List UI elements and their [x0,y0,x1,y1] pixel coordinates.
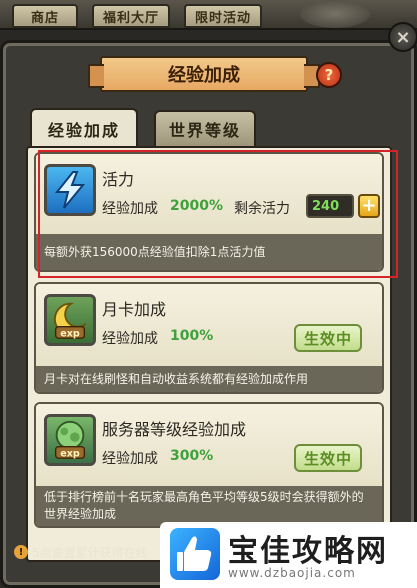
exp-bonus-value: 2000% [170,198,223,214]
active-status-badge: 生效中 [294,324,362,352]
server-exp-icon: exp [44,414,96,466]
exp-bonus-value: 300% [170,448,214,464]
tab-world-level[interactable]: 世界等级 [154,110,256,146]
card-title: 月卡加成 [102,300,167,319]
footer-text: 5点重置累计获得在线 [32,545,148,560]
card-title: 活力 [102,170,135,189]
card-description: 每额外获156000点经验值扣除1点活力值 [36,234,382,270]
card-description: 月卡对在线刷怪和自动收益系统都有经验加成作用 [36,366,382,392]
watermark-site-name: 宝佳攻略网 [228,534,388,569]
tab-welfare-hall[interactable]: 福利大厅 [92,4,170,28]
monthly-card-bonus-card: exp 月卡加成 经验加成 100% 生效中 月卡对在线刷怪和自动收益系统都有经… [34,282,384,394]
help-icon[interactable]: ? [316,62,342,88]
tab-limited-event[interactable]: 限时活动 [184,4,262,28]
add-energy-button[interactable]: + [358,194,380,218]
exp-bonus-label: 经验加成 [102,201,158,217]
exp-bonus-label: 经验加成 [102,331,158,347]
thumbs-up-logo-icon [170,528,220,580]
tab-shop[interactable]: 商店 [12,4,78,28]
exp-bonus-value: 100% [170,328,214,344]
panel-title: 经验加成 [88,56,320,92]
card-title: 服务器等级经验加成 [102,420,247,439]
remaining-energy-value: 240 [306,194,354,218]
card-description: 低于排行榜前十名玩家最高角色平均等级5级时会获得额外的世界经验加成 [36,486,382,526]
decorative-ornament [300,0,370,28]
energy-bolt-icon [44,164,96,216]
close-button[interactable]: × [388,22,417,52]
top-tab-strip: 商店 福利大厅 限时活动 [0,0,417,30]
moon-exp-icon: exp [44,294,96,346]
footer-note: ! 5点重置累计获得在线 [14,540,184,564]
energy-bonus-card: 活力 经验加成 2000% 剩余活力 240 + 每额外获156000点经验值扣… [34,152,384,272]
svg-text:exp: exp [60,328,80,339]
tab-exp-bonus[interactable]: 经验加成 [30,108,138,148]
info-icon: ! [14,545,28,559]
server-level-bonus-card: exp 服务器等级经验加成 经验加成 300% 生效中 低于排行榜前十名玩家最高… [34,402,384,528]
watermark-url: www.dzbaojia.com [228,566,356,580]
active-status-badge: 生效中 [294,444,362,472]
svg-text:exp: exp [60,448,80,459]
exp-bonus-label: 经验加成 [102,451,158,467]
remaining-energy-label: 剩余活力 [234,201,290,217]
